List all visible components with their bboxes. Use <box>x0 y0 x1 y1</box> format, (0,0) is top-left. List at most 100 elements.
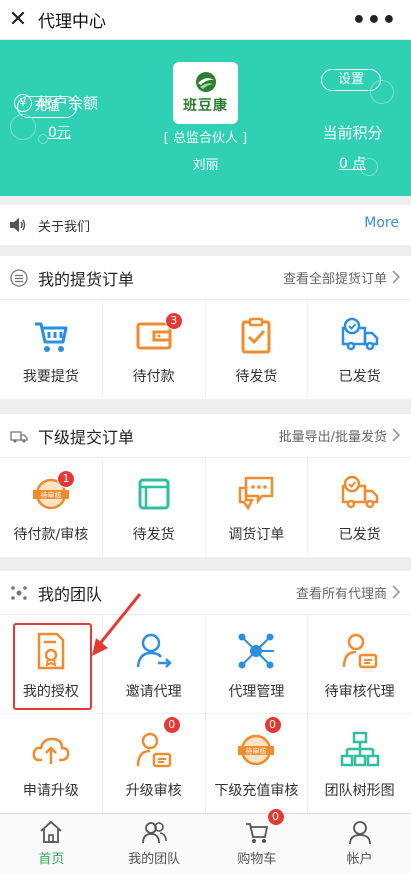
team-link[interactable]: 查看所有代理商 <box>296 583 387 602</box>
order-pickup-label: 我要提货 <box>22 369 79 385</box>
pickup-orders-link[interactable]: 查看全部提货订单 <box>283 268 387 287</box>
tab-home[interactable]: 首页 <box>0 814 103 873</box>
balance-value[interactable]: 0元 <box>48 122 71 142</box>
recharge-button[interactable]: 充值 <box>17 96 77 118</box>
sub-order-shipped-label: 已发货 <box>338 527 381 543</box>
sub-order-transfer[interactable]: 调货订单 <box>206 458 309 556</box>
recharge-review-badge: 0 <box>263 716 282 734</box>
team-recharge-review-label: 下级充值审核 <box>214 783 299 799</box>
tab-account[interactable]: 帐户 <box>308 814 411 873</box>
cart-badge: 0 <box>266 808 285 826</box>
user-role: [ 总监合伙人 ] <box>163 131 248 146</box>
team-my-authorization[interactable]: 我的授权 <box>0 615 103 713</box>
team-tree[interactable]: 团队树形图 <box>308 713 411 813</box>
truck-icon <box>341 317 378 351</box>
sub-order-to-ship-label: 待发货 <box>132 527 175 543</box>
list-icon <box>10 268 28 287</box>
svg-text:待审核: 待审核 <box>246 747 267 756</box>
chevron-right-icon <box>392 428 401 442</box>
pickup-orders-card: 我的提货订单 查看全部提货订单 我要提货 3 待付款 待发货 已发货 <box>0 256 411 399</box>
brand-logo: 班豆康 <box>173 62 238 124</box>
team-upgrade-review[interactable]: 0 升级审核 <box>102 713 206 813</box>
title-bar: ✕ 代理中心 ••• <box>0 0 411 40</box>
team-upgrade-review-label: 升级审核 <box>125 783 182 799</box>
team-pending-agents[interactable]: 待审核代理 <box>308 615 411 713</box>
invite-user-icon <box>136 633 172 668</box>
team-dots-icon <box>11 585 27 600</box>
stack-icon <box>138 478 170 510</box>
tab-team[interactable]: 我的团队 <box>103 814 206 873</box>
user-card-icon <box>136 732 171 768</box>
user-icon <box>348 821 371 845</box>
bottom-tab-bar: 首页 我的团队 0 购物车 帐户 <box>0 808 411 873</box>
tab-cart-label: 购物车 <box>237 852 277 867</box>
team-invite-label: 邀请代理 <box>125 684 182 700</box>
clipboard-check-icon <box>241 317 271 354</box>
truck-icon <box>341 475 378 509</box>
order-unpaid[interactable]: 3 待付款 <box>103 300 206 398</box>
team-icon <box>142 822 167 844</box>
certificate-icon <box>37 632 65 670</box>
account-header: ¥ 帐户余额 0元 充值 班豆康 [ 总监合伙人 ] 刘丽 设置 当前积分 0 … <box>0 40 411 196</box>
sub-orders-title: 下级提交订单 <box>38 427 135 447</box>
sub-order-pending-label: 待付款/审核 <box>13 527 89 543</box>
svg-text:待审核: 待审核 <box>40 491 61 500</box>
tab-cart[interactable]: 0 购物车 <box>206 808 309 873</box>
sub-orders-card: 下级提交订单 批量导出/批量发货 待审核 1 待付款/审核 待发货 调货订单 已… <box>0 414 411 557</box>
order-pickup[interactable]: 我要提货 <box>0 300 103 398</box>
team-manage[interactable]: 代理管理 <box>206 615 309 713</box>
team-tree-label: 团队树形图 <box>324 783 395 799</box>
chevron-right-icon <box>392 270 401 284</box>
cart-icon <box>245 823 268 843</box>
notice-bar: 关于我们 More <box>0 205 411 245</box>
sub-order-shipped[interactable]: 已发货 <box>308 458 411 556</box>
team-recharge-review[interactable]: 待审核 0 下级充值审核 <box>205 713 309 813</box>
tab-home-label: 首页 <box>38 852 65 867</box>
logo-text: 班豆康 <box>183 98 228 114</box>
sub-orders-header[interactable]: 下级提交订单 批量导出/批量发货 <box>0 414 411 458</box>
chat-icon <box>239 476 274 511</box>
more-link[interactable]: More <box>364 215 399 231</box>
points-value[interactable]: 0 点 <box>305 153 400 173</box>
sub-order-transfer-label: 调货订单 <box>228 527 285 543</box>
speaker-icon <box>10 218 26 232</box>
more-dots-icon[interactable]: ••• <box>352 8 397 33</box>
tree-icon <box>340 731 379 767</box>
team-invite[interactable]: 邀请代理 <box>103 615 206 713</box>
team-my-authorization-label: 我的授权 <box>22 684 79 700</box>
truck-small-icon <box>10 430 28 443</box>
close-icon[interactable]: ✕ <box>0 0 36 40</box>
chevron-right-icon <box>392 585 401 599</box>
sub-order-to-ship[interactable]: 待发货 <box>103 458 206 556</box>
team-apply-upgrade-label: 申请升级 <box>22 783 79 799</box>
order-shipped[interactable]: 已发货 <box>308 300 411 398</box>
user-card-icon <box>342 633 377 669</box>
upgrade-review-badge: 0 <box>162 716 181 734</box>
tab-account-label: 帐户 <box>346 852 373 867</box>
order-unpaid-label: 待付款 <box>132 369 175 385</box>
home-icon <box>40 820 62 843</box>
order-shipped-label: 已发货 <box>338 369 381 385</box>
order-to-ship-label: 待发货 <box>235 369 278 385</box>
team-pending-agents-label: 待审核代理 <box>324 684 395 700</box>
team-header[interactable]: 我的团队 查看所有代理商 <box>0 571 411 615</box>
logo-swirl-icon <box>195 72 216 92</box>
settings-button[interactable]: 设置 <box>321 69 381 91</box>
order-to-ship[interactable]: 待发货 <box>206 300 309 398</box>
unpaid-badge: 3 <box>164 312 183 330</box>
team-apply-upgrade[interactable]: 申请升级 <box>0 713 103 813</box>
points-block: 当前积分 0 点 <box>305 122 400 173</box>
pickup-orders-title: 我的提货订单 <box>38 269 135 289</box>
sub-order-pending[interactable]: 待审核 1 待付款/审核 <box>0 458 103 556</box>
network-icon <box>238 633 275 669</box>
notice-text[interactable]: 关于我们 <box>38 216 90 235</box>
tab-team-label: 我的团队 <box>128 852 181 867</box>
pickup-orders-header[interactable]: 我的提货订单 查看全部提货订单 <box>0 256 411 300</box>
sub-orders-link[interactable]: 批量导出/批量发货 <box>279 426 387 445</box>
points-label: 当前积分 <box>322 124 383 142</box>
team-title: 我的团队 <box>38 584 103 604</box>
pending-stamp-icon: 待审核 <box>238 734 275 766</box>
cloud-upload-icon <box>32 737 70 764</box>
cart-icon <box>34 322 68 352</box>
team-card: 我的团队 查看所有代理商 我的授权 邀请代理 代理管理 待审核代理 申请升级 0… <box>0 571 411 813</box>
